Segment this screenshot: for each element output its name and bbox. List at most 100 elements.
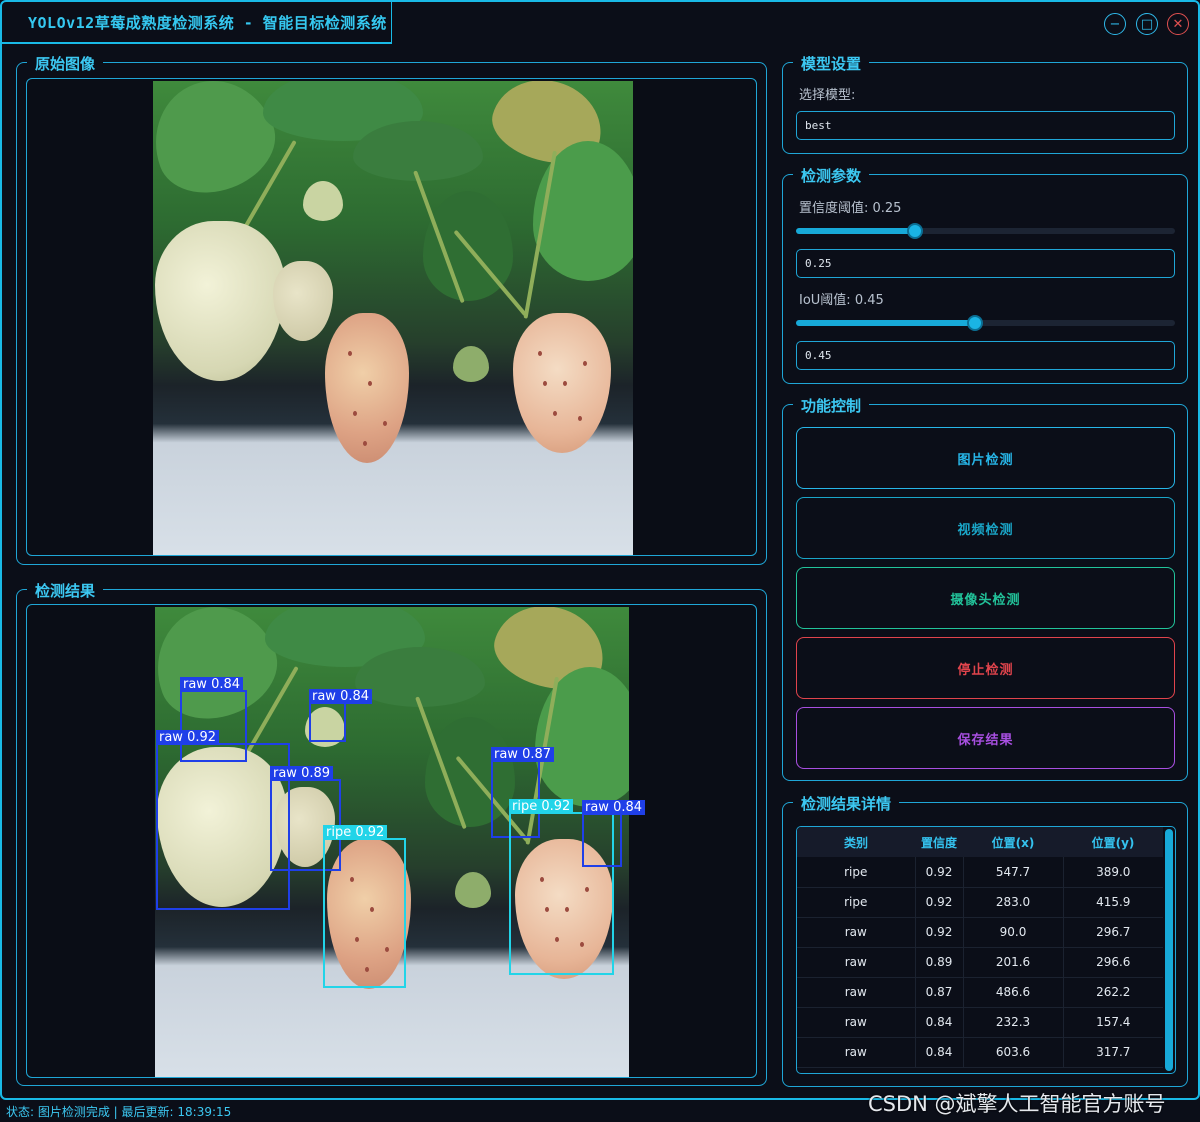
detection-params-title: 检测参数: [793, 165, 870, 186]
col-x-header[interactable]: 位置(x): [963, 827, 1063, 857]
image-detect-button[interactable]: 图片检测: [796, 427, 1175, 489]
conf-slider-handle[interactable]: [907, 223, 923, 239]
detection-label: ripe 0.92: [509, 799, 574, 814]
model-settings-panel: 模型设置: [782, 53, 1188, 154]
strawberry-ripe: [513, 313, 611, 453]
col-class-header[interactable]: 类别: [797, 827, 915, 857]
save-result-button[interactable]: 保存结果: [796, 707, 1175, 769]
bud-shape: [453, 346, 489, 382]
iou-slider-fill: [796, 320, 975, 326]
detection-label: raw 0.84: [582, 800, 646, 815]
cell-x: 283.0: [963, 887, 1064, 918]
table-scrollbar[interactable]: [1165, 829, 1173, 1071]
video-detect-button[interactable]: 视频检测: [796, 497, 1175, 559]
cell-class: raw: [797, 1007, 916, 1038]
window-title: YOLOv12草莓成熟度检测系统 - 智能目标检测系统: [2, 2, 392, 44]
cell-y: 296.6: [1063, 947, 1163, 978]
cell-class: raw: [797, 947, 916, 978]
conf-threshold-label: 置信度阈值: 0.25: [799, 201, 902, 216]
strawberry-seed: [348, 351, 352, 356]
model-select[interactable]: best: [796, 111, 1175, 140]
cell-conf: 0.92: [915, 857, 964, 888]
strawberry-seed: [538, 351, 542, 356]
detection-label: raw 0.84: [309, 689, 373, 704]
cell-conf: 0.84: [915, 1007, 964, 1038]
cell-y: 296.7: [1063, 917, 1163, 948]
table-row[interactable]: raw 0.87 486.6 262.2: [797, 977, 1163, 1008]
col-conf-header[interactable]: 置信度: [915, 827, 963, 857]
cell-conf: 0.89: [915, 947, 964, 978]
cell-conf: 0.92: [915, 887, 964, 918]
strawberry-raw: [273, 261, 333, 341]
watermark: CSDN @斌擎人工智能官方账号: [868, 1092, 1166, 1116]
cell-x: 547.7: [963, 857, 1064, 888]
strawberry-seed: [563, 381, 567, 386]
model-select-value: best: [805, 119, 832, 132]
cell-conf: 0.92: [915, 917, 964, 948]
strawberry-seed: [543, 381, 547, 386]
original-image-title: 原始图像: [27, 53, 104, 74]
cell-x: 90.0: [963, 917, 1064, 948]
minimize-button[interactable]: −: [1104, 13, 1126, 35]
iou-input[interactable]: 0.45: [796, 341, 1175, 370]
detection-box: raw 0.84: [582, 800, 646, 867]
cell-y: 157.4: [1063, 1007, 1163, 1038]
conf-slider[interactable]: [796, 223, 1175, 239]
cell-x: 201.6: [963, 947, 1064, 978]
model-settings-title: 模型设置: [793, 53, 870, 74]
detection-label: raw 0.92: [156, 730, 220, 745]
cell-x: 232.3: [963, 1007, 1064, 1038]
title-bar[interactable]: YOLOv12草莓成熟度检测系统 - 智能目标检测系统 − □ ✕: [2, 2, 1198, 44]
detection-overlay: raw 0.84 raw 0.84 raw 0.92 raw 0.89 ripe 0.9…: [27, 605, 756, 1077]
strawberry-seed: [578, 416, 582, 421]
cell-y: 389.0: [1063, 857, 1163, 888]
camera-detect-button[interactable]: 摄像头检测: [796, 567, 1175, 629]
detection-label: raw 0.84: [180, 677, 244, 692]
leaf-shape: [353, 121, 483, 181]
detection-result-title: 检测结果: [27, 580, 104, 601]
title-accent: [20, 42, 28, 44]
conf-input[interactable]: 0.25: [796, 249, 1175, 278]
table-header-row: 类别 置信度 位置(x) 位置(y): [797, 827, 1163, 857]
detection-details-title: 检测结果详情: [793, 793, 900, 814]
cell-conf: 0.84: [915, 1037, 964, 1068]
strawberry-seed: [583, 361, 587, 366]
iou-threshold-label: IoU阈值: 0.45: [799, 293, 884, 308]
table-row[interactable]: raw 0.84 603.6 317.7: [797, 1037, 1163, 1068]
cell-y: 317.7: [1063, 1037, 1163, 1068]
cell-conf: 0.87: [915, 977, 964, 1008]
table-row[interactable]: raw 0.84 232.3 157.4: [797, 1007, 1163, 1038]
table-row[interactable]: ripe 0.92 547.7 389.0: [797, 857, 1163, 888]
col-y-header[interactable]: 位置(y): [1063, 827, 1163, 857]
cell-class: ripe: [797, 857, 916, 888]
detection-label: ripe 0.92: [323, 825, 388, 840]
table-row[interactable]: ripe 0.92 283.0 415.9: [797, 887, 1163, 918]
iou-slider-handle[interactable]: [967, 315, 983, 331]
bud-shape: [303, 181, 343, 221]
table-scroll-thumb[interactable]: [1165, 829, 1173, 1071]
cell-x: 486.6: [963, 977, 1064, 1008]
cell-class: raw: [797, 977, 916, 1008]
conf-input-value: 0.25: [805, 257, 832, 270]
model-select-label: 选择模型:: [799, 88, 856, 103]
close-button[interactable]: ✕: [1167, 13, 1189, 35]
cell-class: raw: [797, 1037, 916, 1068]
strawberry-seed: [353, 411, 357, 416]
strawberry-seed: [383, 421, 387, 426]
cell-class: raw: [797, 917, 916, 948]
cell-class: ripe: [797, 887, 916, 918]
original-image-frame: [26, 78, 757, 556]
results-table[interactable]: 类别 置信度 位置(x) 位置(y) ripe 0.92 547.7 389.0 rip…: [796, 826, 1176, 1074]
app-window: YOLOv12草莓成熟度检测系统 - 智能目标检测系统 − □ ✕ 原始图像 检…: [0, 0, 1200, 1100]
strawberry-seed: [363, 441, 367, 446]
table-row[interactable]: raw 0.92 90.0 296.7: [797, 917, 1163, 948]
strawberry-raw: [155, 221, 285, 381]
iou-slider[interactable]: [796, 315, 1175, 331]
conf-slider-fill: [796, 228, 915, 234]
maximize-button[interactable]: □: [1136, 13, 1158, 35]
strawberry-ripe: [325, 313, 409, 463]
stop-detect-button[interactable]: 停止检测: [796, 637, 1175, 699]
cell-y: 415.9: [1063, 887, 1163, 918]
table-row[interactable]: raw 0.89 201.6 296.6: [797, 947, 1163, 978]
detection-label: raw 0.89: [270, 766, 334, 781]
